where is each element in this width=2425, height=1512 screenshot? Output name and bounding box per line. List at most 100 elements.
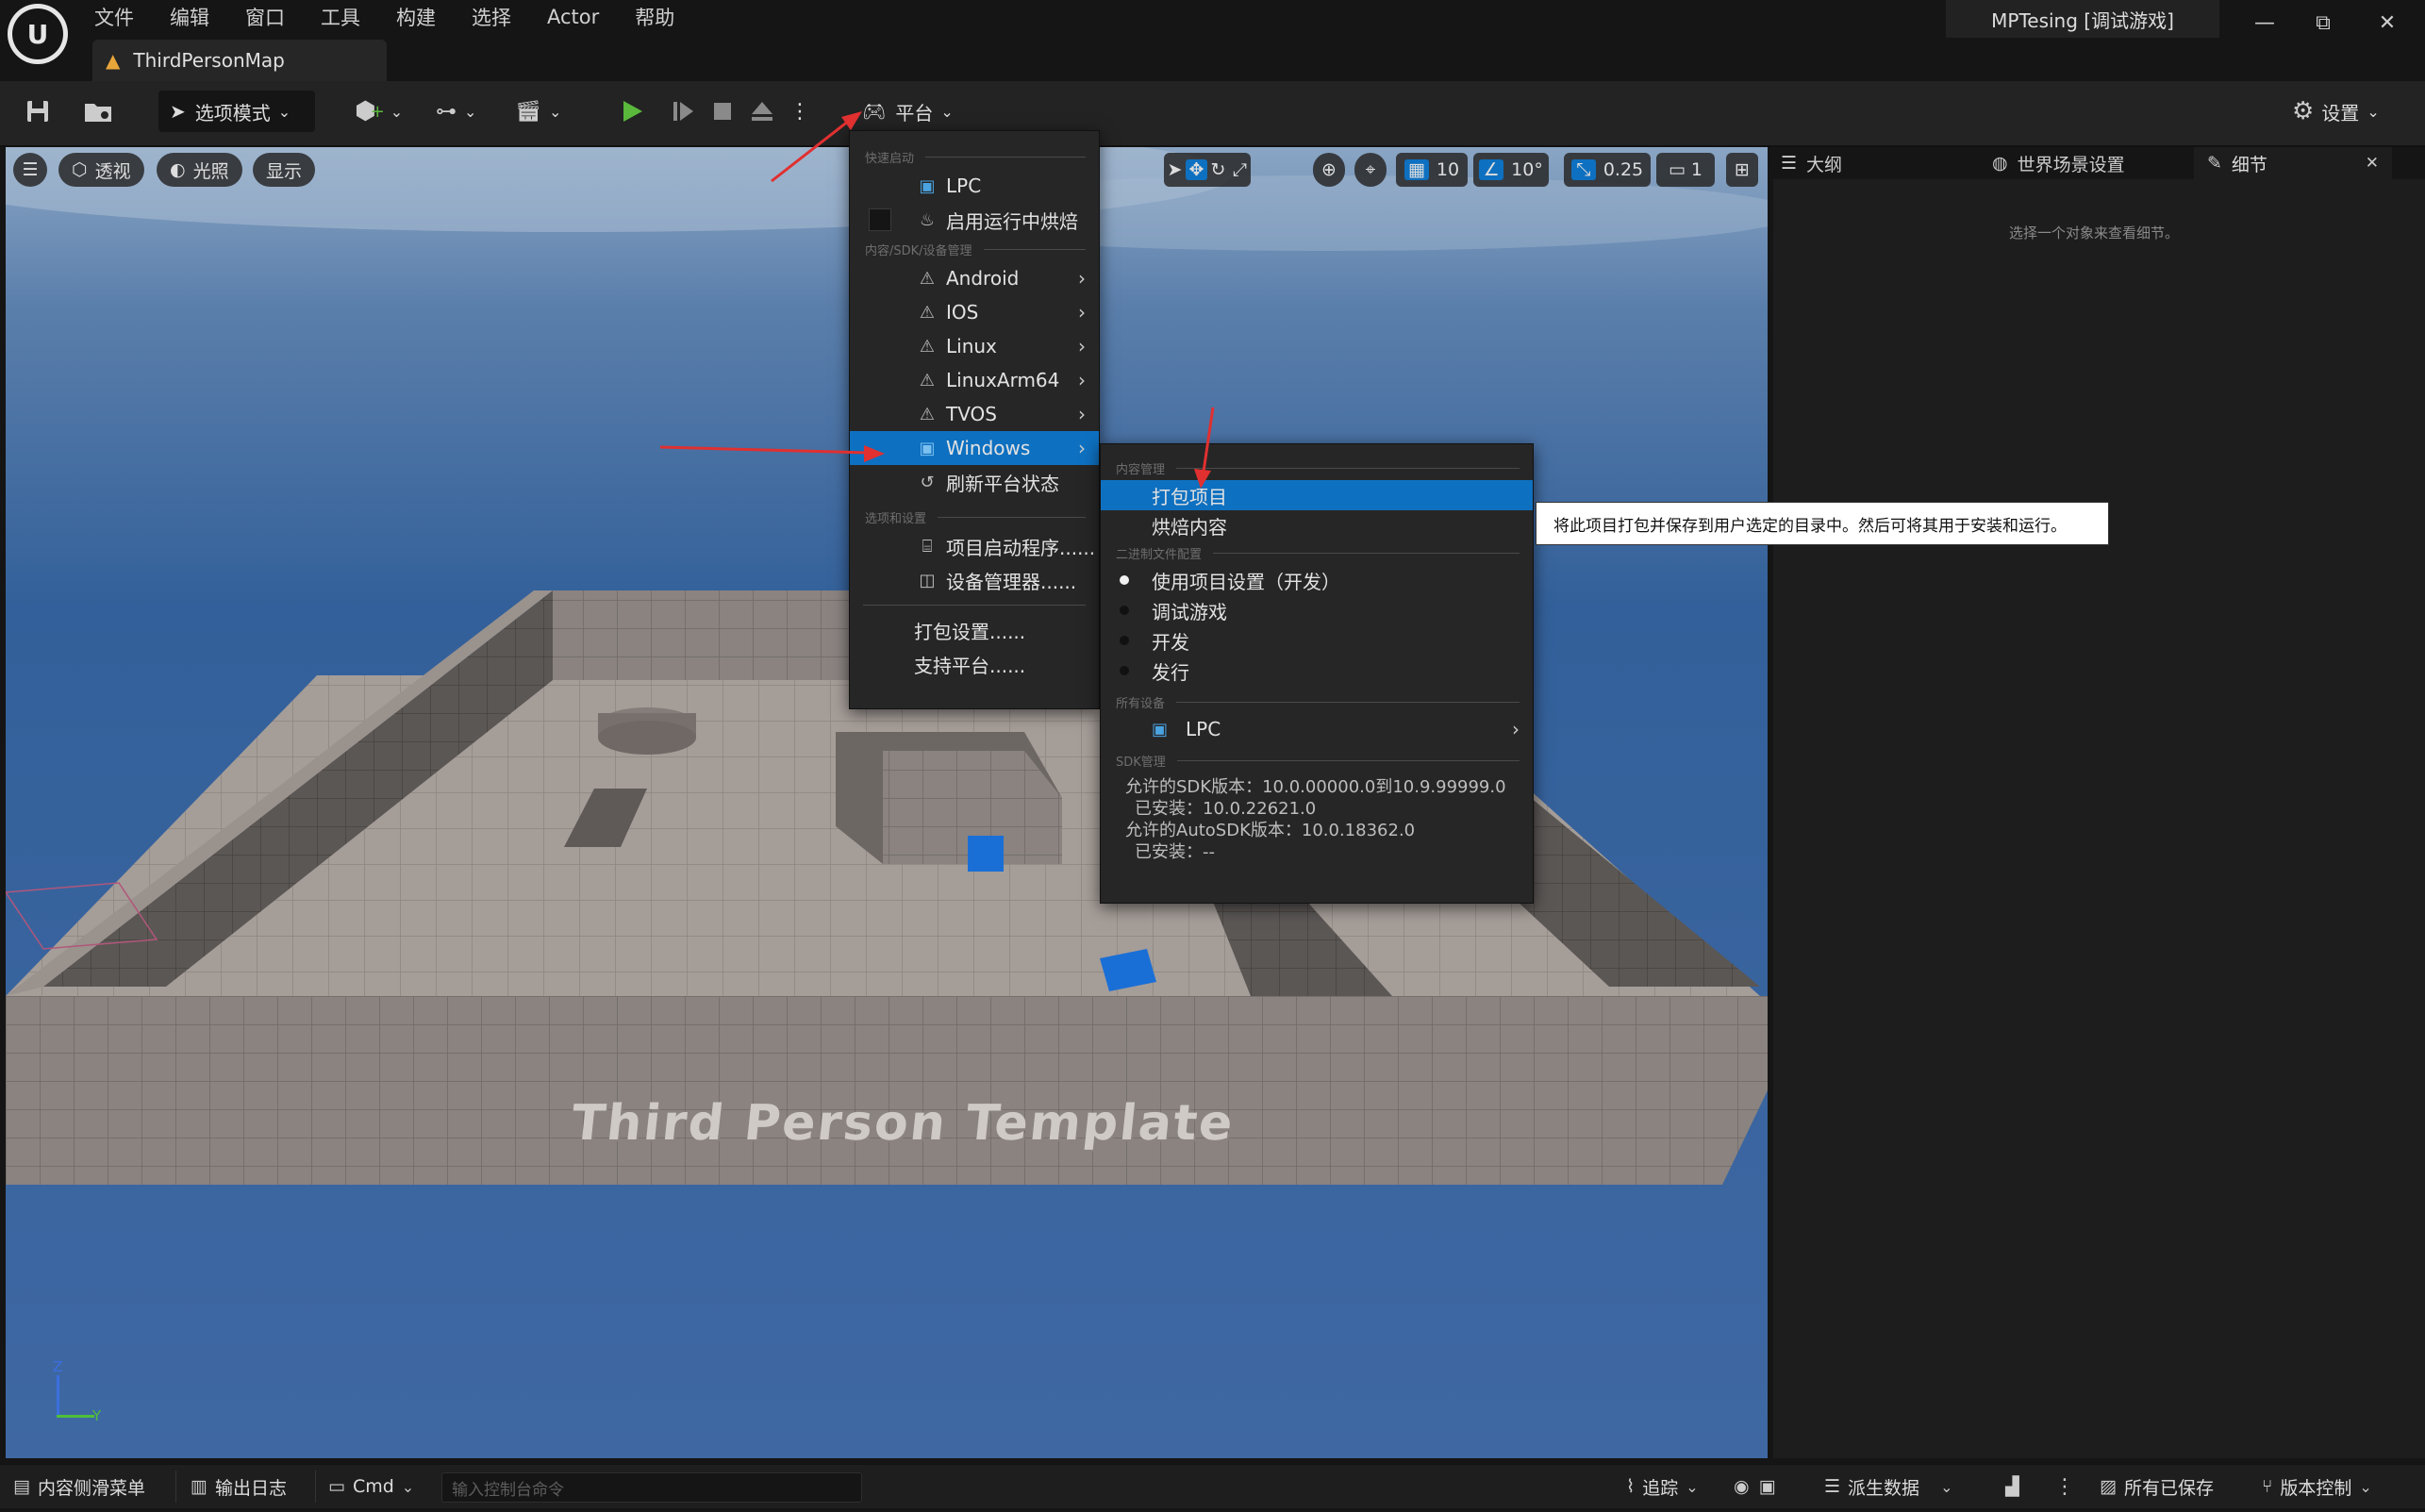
menu-window[interactable]: 窗口 — [245, 3, 285, 31]
console-input[interactable]: 输入控制台命令 — [441, 1472, 862, 1503]
menu-item-package-project[interactable]: 打包项目 — [1101, 480, 1533, 510]
save-button[interactable] — [21, 91, 55, 132]
cook-on-fly-checkbox[interactable] — [869, 208, 891, 231]
warning-icon: ⚠ — [919, 302, 936, 323]
close-button[interactable]: ✕ — [2358, 0, 2417, 45]
menu-item-tvos[interactable]: ⚠ TVOS › — [850, 397, 1099, 431]
more-options-icon[interactable]: ⋮ — [789, 91, 811, 132]
stop-button[interactable] — [706, 91, 739, 132]
layout-grid-icon: ⊞ — [1735, 159, 1750, 180]
menu-item-packaging-settings[interactable]: 打包设置...... — [850, 613, 1099, 647]
world-local-toggle[interactable]: ⊕ — [1313, 153, 1345, 187]
eject-button[interactable] — [745, 91, 779, 132]
advance-frame-button[interactable] — [666, 91, 700, 132]
show-button[interactable]: 显示 — [253, 153, 316, 187]
rotation-snap-control[interactable]: ∠ 10° — [1473, 153, 1549, 187]
settings-button[interactable]: ⚙ 设置 ⌄ — [2292, 91, 2409, 132]
menu-edit[interactable]: 编辑 — [170, 3, 209, 31]
sdk-allowed-version: 允许的SDK版本：10.0.00000.0到10.9.99999.0 — [1125, 777, 1506, 797]
tab-thirdpersonmap[interactable]: ▲ ThirdPersonMap — [92, 40, 387, 81]
platforms-button[interactable]: 🎮︎ 平台 ⌄ — [856, 91, 958, 132]
unreal-logo[interactable]: U — [8, 4, 68, 64]
status-more-icon[interactable]: ⋮ — [2054, 1465, 2075, 1508]
tab-world-settings[interactable]: ◍ 世界场景设置 — [1992, 147, 2125, 179]
derived-data-button[interactable]: ☰ 派生数据 ⌄ — [1824, 1465, 1952, 1508]
save-icon — [27, 101, 48, 122]
scale-snap-control[interactable]: ⤡ 0.25 — [1564, 153, 1651, 187]
level-icon: ▲ — [106, 49, 121, 72]
rotate-icon[interactable]: ↻ — [1207, 159, 1229, 180]
close-tab-icon[interactable]: ✕ — [2366, 154, 2379, 173]
config-development[interactable]: 开发 — [1101, 625, 1533, 656]
stats-button[interactable]: ▟ — [2005, 1465, 2019, 1508]
restore-button[interactable]: ⧉ — [2294, 0, 2352, 45]
menu-tools[interactable]: 工具 — [321, 3, 360, 31]
move-icon[interactable]: ✥ — [1186, 159, 1207, 180]
selection-mode-dropdown[interactable]: ➤ 选项模式 ⌄ — [158, 91, 315, 132]
menu-help[interactable]: 帮助 — [635, 3, 674, 31]
content-browser-button[interactable] — [79, 91, 117, 132]
tab-details[interactable]: ✎ 细节 ✕ — [2194, 147, 2392, 179]
menu-item-lpc[interactable]: ▣ LPC — [850, 169, 1099, 203]
lighting-button[interactable]: ◐ 光照 — [157, 153, 242, 187]
lighting-label: 光照 — [192, 160, 229, 182]
menu-item-project-launcher[interactable]: ⌸ 项目启动程序...... — [850, 529, 1099, 563]
menu-actor[interactable]: Actor — [547, 6, 599, 28]
menu-item-device-manager[interactable]: ◫ 设备管理器...... — [850, 563, 1099, 597]
menu-item-cook-on-fly[interactable]: ♨ 启用运行中烘焙 — [850, 203, 1099, 237]
pencil-icon: ✎ — [2207, 153, 2222, 174]
radio-selected-icon — [1120, 575, 1129, 585]
show-label: 显示 — [266, 160, 303, 182]
viewport-layout-button[interactable]: ⊞ — [1726, 153, 1758, 187]
output-log-button[interactable]: ▥ 输出日志 — [191, 1465, 287, 1508]
chevron-right-icon: › — [1078, 267, 1086, 290]
config-project-settings[interactable]: 使用项目设置（开发） — [1101, 565, 1533, 595]
blueprint-button[interactable]: ⊶ ⌄ — [436, 91, 492, 132]
config-debug-game[interactable]: 调试游戏 — [1101, 595, 1533, 625]
cmd-dropdown[interactable]: ▭ Cmd ⌄ — [328, 1465, 414, 1508]
menu-file[interactable]: 文件 — [94, 3, 134, 31]
device-item-lpc[interactable]: ▣ LPC › — [1101, 714, 1533, 744]
tab-outliner-label: 大纲 — [1806, 154, 1843, 175]
select-arrow-icon[interactable]: ➤ — [1164, 159, 1186, 180]
trace-button[interactable]: ⌇ 追踪 ⌄ — [1626, 1465, 1699, 1508]
record-controls[interactable]: ◉ ▣ — [1734, 1465, 1776, 1508]
menu-item-linuxarm64-label: LinuxArm64 — [946, 369, 1060, 391]
project-title: MPTesing [调试游戏] — [1946, 0, 2219, 38]
menu-item-android[interactable]: ⚠ Android › — [850, 261, 1099, 295]
menu-item-refresh[interactable]: ↺ 刷新平台状态 — [850, 465, 1099, 499]
minimize-button[interactable]: — — [2235, 0, 2294, 45]
menu-item-ios[interactable]: ⚠ IOS › — [850, 295, 1099, 329]
menu-item-lpc-label: LPC — [946, 174, 982, 197]
platforms-label: 平台 — [895, 101, 934, 125]
add-actor-button[interactable]: ⬢ + ⌄ — [355, 91, 411, 132]
surface-snap-toggle[interactable]: ⌖ — [1354, 153, 1387, 187]
tab-outliner[interactable]: ☰ 大纲 — [1781, 147, 1842, 179]
chevron-right-icon: › — [1512, 718, 1520, 740]
perspective-button[interactable]: ⬡ 透视 — [58, 153, 144, 187]
scale-icon[interactable]: ⤢ — [1229, 159, 1251, 180]
chevron-right-icon: › — [1078, 301, 1086, 324]
scale-snap-icon: ⤡ — [1570, 159, 1596, 180]
menu-item-linux[interactable]: ⚠ Linux › — [850, 329, 1099, 363]
config-shipping[interactable]: 发行 — [1101, 656, 1533, 686]
menu-item-windows[interactable]: ▣ Windows › — [850, 431, 1099, 465]
content-sdk-header: 内容/SDK/设备管理 — [850, 237, 1099, 261]
menu-item-cook-content-label: 烘焙内容 — [1152, 515, 1227, 539]
camera-speed-control[interactable]: ▭ 1 — [1656, 153, 1715, 187]
menu-item-supported-platforms[interactable]: 支持平台...... — [850, 647, 1099, 681]
main-menu: 文件 编辑 窗口 工具 构建 选择 Actor 帮助 — [94, 4, 710, 30]
cinematics-button[interactable]: 🎬︎ ⌄ — [515, 91, 572, 132]
grid-snap-control[interactable]: ▦ 10 — [1396, 153, 1468, 187]
menu-item-linuxarm64[interactable]: ⚠ LinuxArm64 › — [850, 363, 1099, 397]
menu-item-cook-content[interactable]: 烘焙内容 — [1101, 510, 1533, 540]
content-drawer-button[interactable]: ▤ 内容侧滑菜单 — [13, 1465, 145, 1508]
source-control-button[interactable]: ⑂ 版本控制 ⌄ — [2262, 1465, 2372, 1508]
menu-build[interactable]: 构建 — [396, 3, 436, 31]
menu-item-ios-label: IOS — [946, 301, 979, 324]
viewport-menu-button[interactable]: ☰ — [13, 153, 47, 187]
menu-select[interactable]: 选择 — [472, 3, 511, 31]
windows-icon: ▣ — [919, 438, 936, 458]
play-button[interactable] — [615, 91, 649, 132]
all-saved-button[interactable]: ▨ 所有已保存 — [2100, 1465, 2214, 1508]
